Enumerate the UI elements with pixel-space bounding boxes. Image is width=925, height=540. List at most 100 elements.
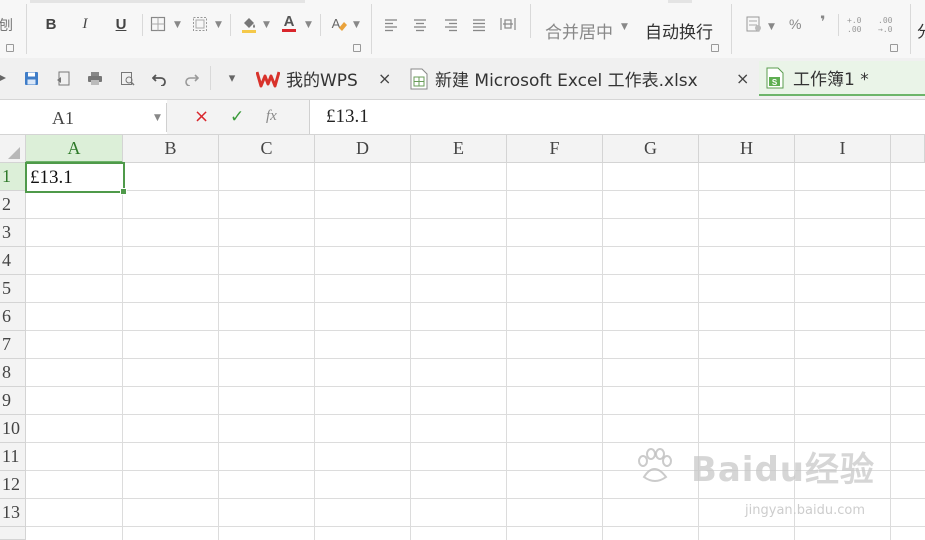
confirm-edit-button[interactable]: ✓ [230, 107, 244, 127]
svg-text:S: S [772, 78, 778, 87]
close-icon[interactable]: × [378, 69, 391, 88]
border-icon[interactable] [150, 16, 166, 32]
comma-style-button[interactable]: ❜ [820, 12, 826, 31]
row-header-11[interactable]: 11 [0, 443, 26, 471]
merge-center-dropdown-icon[interactable]: ▼ [621, 22, 628, 32]
bold-button[interactable]: B [40, 13, 62, 35]
quick-access-separator [210, 66, 211, 90]
menu-arrow-icon[interactable] [0, 70, 10, 86]
paw-icon [634, 447, 674, 496]
ribbon-cut-label-right: 分 [917, 18, 925, 42]
row-header-12[interactable]: 12 [0, 471, 26, 499]
distribute-icon[interactable] [500, 16, 516, 36]
row-header-7[interactable]: 7 [0, 331, 26, 359]
fill-handle[interactable] [120, 188, 127, 195]
merge-center-button[interactable]: 合并居中 [545, 18, 613, 43]
wrap-text-button[interactable]: 自动换行 [645, 18, 713, 43]
gridline [26, 218, 925, 219]
clear-format-icon[interactable]: A [330, 14, 348, 34]
row-header-4[interactable]: 4 [0, 247, 26, 275]
tab-new-excel-sheet[interactable]: 新建 Microsoft Excel 工作表.xlsx × [409, 61, 754, 96]
name-box-dropdown-icon[interactable]: ▼ [154, 113, 161, 123]
column-header-f[interactable]: F [507, 135, 603, 163]
gridline [26, 526, 925, 527]
clear-format-dropdown-icon[interactable]: ▼ [353, 20, 360, 30]
clipboard-launcher-icon[interactable] [6, 44, 14, 52]
ribbon-top-edge [668, 0, 692, 3]
percent-button[interactable]: % [789, 16, 801, 32]
font-color-icon[interactable]: A [280, 12, 298, 34]
number-launcher-icon[interactable] [890, 44, 898, 52]
gridline [26, 274, 925, 275]
row-header-2[interactable]: 2 [0, 191, 26, 219]
border-dropdown-icon[interactable]: ▼ [174, 20, 181, 30]
cancel-edit-button[interactable]: × [194, 106, 209, 127]
increase-decimal-button[interactable]: +.0 .00 [847, 16, 869, 34]
row-header-3[interactable]: 3 [0, 219, 26, 247]
print-icon[interactable] [87, 70, 103, 86]
fill-color-dropdown-icon[interactable]: ▼ [263, 20, 270, 30]
insert-function-button[interactable]: fx [266, 108, 277, 125]
number-format-icon[interactable] [745, 15, 763, 37]
quick-access-more-icon[interactable]: ▾ [224, 70, 240, 86]
cell-style-dropdown-icon[interactable]: ▼ [215, 20, 222, 30]
column-header-i[interactable]: I [795, 135, 891, 163]
tab-workbook1[interactable]: S 工作簿1 * [759, 61, 925, 96]
gridline [26, 302, 925, 303]
font-launcher-icon[interactable] [353, 44, 361, 52]
alignment-launcher-icon[interactable] [711, 44, 719, 52]
baidu-watermark: Baidu经验 [634, 442, 875, 496]
workbook-icon: S [765, 67, 785, 89]
ribbon-separator [910, 4, 911, 54]
column-header-g[interactable]: G [603, 135, 699, 163]
ribbon [0, 0, 925, 59]
row-header-13[interactable]: 13 [0, 499, 26, 527]
row-header-overflow[interactable] [0, 527, 26, 540]
tab-my-wps[interactable]: 我的WPS × [256, 61, 402, 96]
underline-button[interactable]: U [110, 13, 132, 35]
svg-text:A: A [284, 13, 295, 30]
column-header-e[interactable]: E [411, 135, 507, 163]
row-header-9[interactable]: 9 [0, 387, 26, 415]
gridline [314, 163, 315, 540]
tab-label: 我的WPS [286, 71, 358, 91]
redo-icon[interactable] [183, 70, 199, 86]
italic-button[interactable]: I [74, 13, 96, 35]
number-format-dropdown-icon[interactable]: ▼ [768, 22, 775, 32]
gridline [602, 163, 603, 540]
cell-value: £13.1 [30, 167, 73, 188]
font-color-dropdown-icon[interactable]: ▼ [305, 20, 312, 30]
row-header-8[interactable]: 8 [0, 359, 26, 387]
gridline [26, 498, 925, 499]
column-header-b[interactable]: B [123, 135, 219, 163]
gridline [26, 190, 925, 191]
column-header-overflow[interactable] [891, 135, 925, 163]
column-header-h[interactable]: H [699, 135, 795, 163]
print-preview-icon[interactable] [119, 70, 135, 86]
row-header-1[interactable]: 1 [0, 163, 26, 191]
align-right-icon[interactable] [444, 17, 458, 36]
select-all-button[interactable] [0, 135, 26, 163]
active-cell-a1[interactable]: £13.1 [25, 162, 127, 195]
cell-style-icon[interactable] [192, 16, 208, 32]
gridline [122, 163, 123, 540]
export-pdf-icon[interactable] [55, 70, 71, 86]
column-header-d[interactable]: D [315, 135, 411, 163]
decrease-decimal-button[interactable]: .00 →.0 [878, 16, 900, 34]
save-icon[interactable] [23, 70, 39, 86]
align-left-icon[interactable] [384, 17, 398, 36]
gridline [26, 330, 925, 331]
row-header-5[interactable]: 5 [0, 275, 26, 303]
ribbon-top-edge [30, 0, 305, 3]
fill-color-icon[interactable] [240, 14, 258, 34]
name-box[interactable]: A1 ▼ [0, 103, 167, 132]
undo-icon[interactable] [151, 70, 167, 86]
column-header-a[interactable]: A [26, 135, 123, 163]
row-header-10[interactable]: 10 [0, 415, 26, 443]
formula-input[interactable]: £13.1 [326, 106, 369, 128]
column-header-c[interactable]: C [219, 135, 315, 163]
justify-icon[interactable] [472, 17, 486, 36]
row-header-6[interactable]: 6 [0, 303, 26, 331]
align-center-icon[interactable] [413, 17, 427, 36]
close-icon[interactable]: × [736, 69, 749, 88]
